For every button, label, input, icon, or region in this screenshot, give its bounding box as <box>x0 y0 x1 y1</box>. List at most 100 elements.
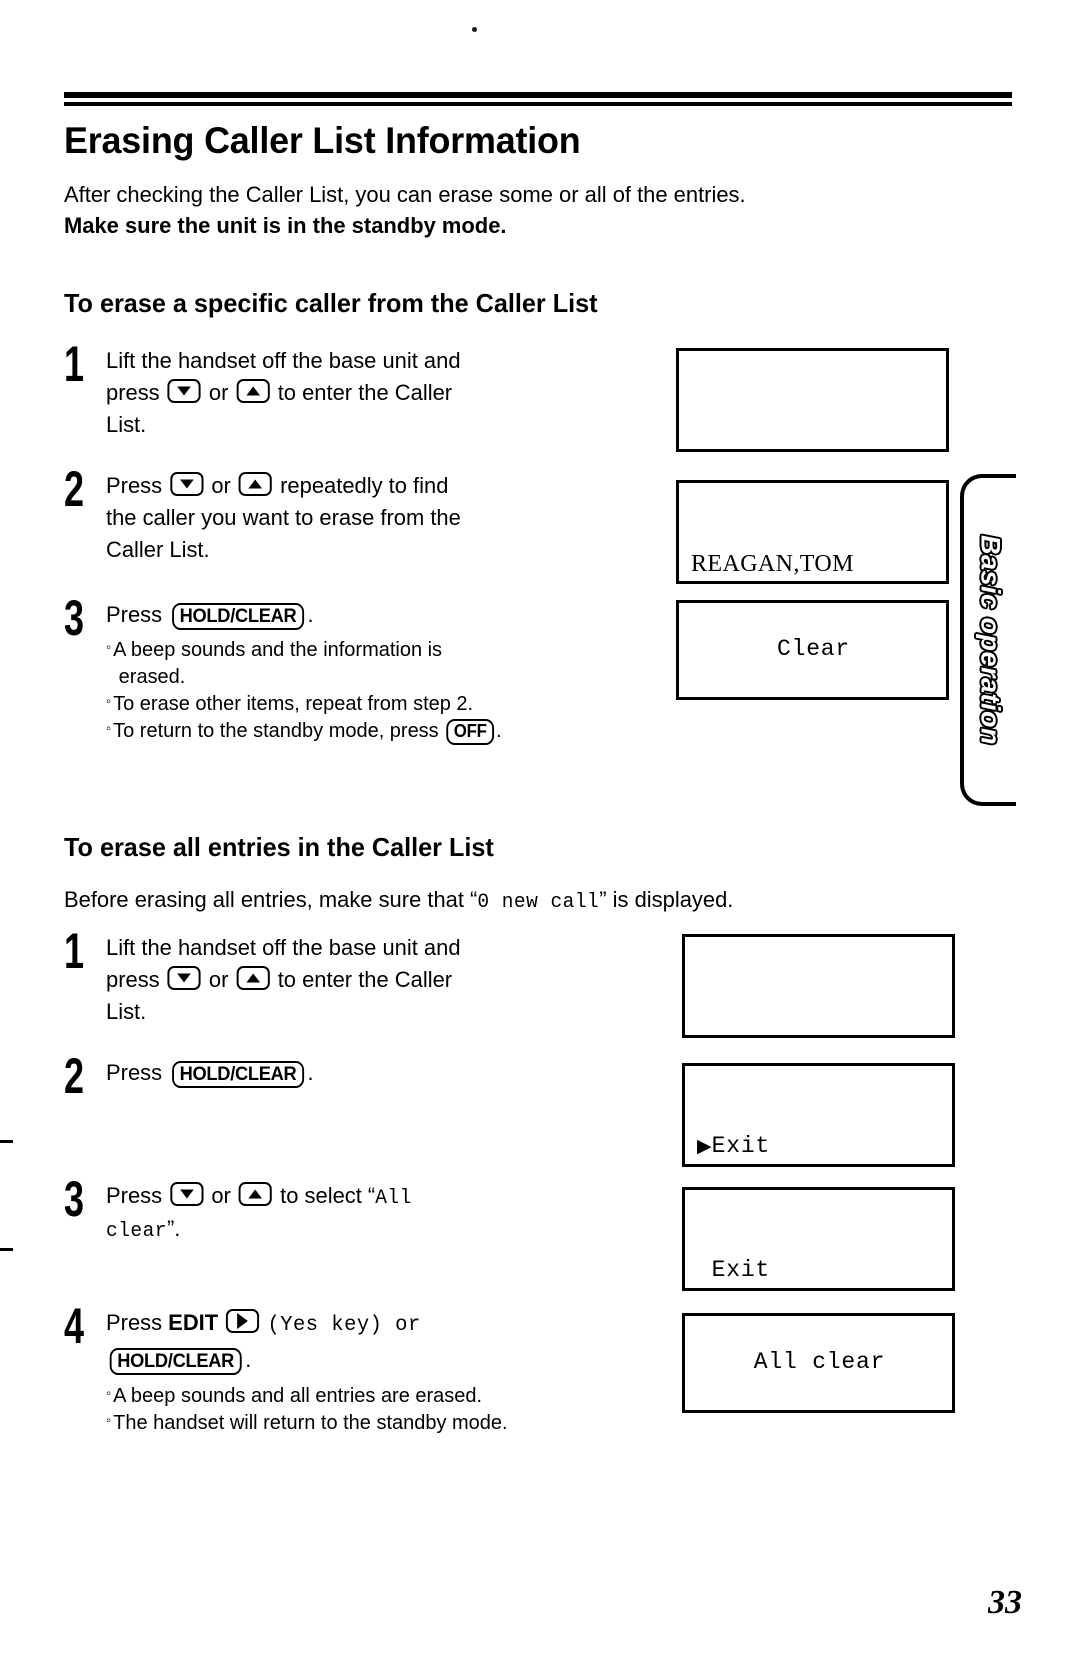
step-text-press: press <box>106 379 160 405</box>
step-text-or: or <box>208 379 229 405</box>
step-text-press: Press <box>106 473 163 498</box>
header-rule <box>64 92 1012 106</box>
step-bullet: ◦ A beep sounds and all entries are eras… <box>106 1382 650 1409</box>
note-suffix: ” is displayed. <box>599 887 734 912</box>
step-text-period: . <box>245 1346 252 1372</box>
bullet-text: A beep sounds and the information is <box>113 637 443 661</box>
lcd-all-clear-selected-display: Exit ▶All clear ▼▲ ▶=Yes <box>682 1187 955 1291</box>
side-tab-basic-operation: Basic operation <box>960 474 1016 806</box>
step-text: Lift the handset off the base unit and p… <box>106 930 640 1028</box>
step-text-line1: Lift the handset off the base unit and <box>106 348 461 373</box>
step-text-press: press <box>106 966 160 992</box>
lcd-caller-entry-display: REAGAN,TOM 1-888-777-6666 12:20A JAN12 √ <box>676 480 949 584</box>
section1-step-1: 1 Lift the handset off the base unit and… <box>64 335 654 441</box>
up-arrow-key-icon[interactable] <box>238 1182 273 1206</box>
step-text-line1-end: repeatedly to find <box>280 473 449 498</box>
section1-step-3: 3 Press HOLD/CLEAR. ◦ A beep sounds and … <box>64 589 674 746</box>
intro-line-1: After checking the Caller List, you can … <box>64 181 746 207</box>
bullet-icon: ◦ <box>106 1412 112 1429</box>
bullet-continuation: erased. <box>118 665 186 689</box>
step-bullet: ◦ The handset will return to the standby… <box>106 1409 650 1436</box>
right-arrow-key-icon[interactable] <box>226 1309 260 1333</box>
step-number: 2 <box>64 1047 84 1105</box>
step-text: Press EDIT (Yes key) or HOLD/CLEAR. ◦ A … <box>106 1305 650 1436</box>
bullet-text: A beep sounds and all entries are erased… <box>113 1383 483 1407</box>
lcd-line-all-clear-confirm: All clear <box>753 1349 886 1376</box>
section2-step-2: 2 Press HOLD/CLEAR. <box>64 1051 654 1101</box>
note-display-text: 0 new call <box>477 891 600 914</box>
down-arrow-key-icon[interactable] <box>167 378 201 403</box>
page-header-block: Erasing Caller List Information After ch… <box>64 120 954 242</box>
step-text-or: or <box>211 473 231 498</box>
lcd-zero-new-call-display: 0 new call ▼▲ ▶=Directory <box>682 934 955 1038</box>
lcd-menu-item-exit: Exit <box>711 1256 771 1283</box>
step-text-line3: List. <box>106 411 147 437</box>
lcd-new-calls-display: 10 new calls ▼▲ ▶=Directory <box>676 348 949 452</box>
page-number: 33 <box>988 1584 1022 1621</box>
option-text-clear: clear <box>106 1220 167 1244</box>
down-arrow-key-icon[interactable] <box>170 1182 204 1206</box>
cursor-arrow-icon: ▶ <box>697 1134 712 1157</box>
bullet-icon: ◦ <box>106 1384 112 1402</box>
step-text-period: . <box>307 1060 314 1085</box>
side-tab-label: Basic operation <box>974 534 1007 747</box>
step-text-period: . <box>307 602 314 627</box>
section-2-heading: To erase all entries in the Caller List <box>64 832 494 862</box>
section1-step-2: 2 Press or repeatedly to find the caller… <box>64 460 664 566</box>
step-text-select: to select “ <box>280 1183 376 1208</box>
bullet-text: The handset will return to the standby m… <box>113 1411 508 1434</box>
off-key[interactable]: OFF <box>446 719 495 746</box>
step-number: 1 <box>64 335 84 393</box>
bullet-text-prefix: To return to the standby mode, press <box>113 719 439 743</box>
page-title: Erasing Caller List Information <box>64 120 581 161</box>
step-bullet: ◦ A beep sounds and the information is <box>106 636 660 663</box>
lcd-all-clear-confirm-display: All clear <box>682 1313 955 1413</box>
up-arrow-key-icon[interactable] <box>236 965 270 990</box>
page-intro: After checking the Caller List, you can … <box>64 179 932 243</box>
lcd-line-clear: Clear <box>776 636 850 663</box>
step-text-press: Press <box>106 1183 163 1208</box>
section2-step-3: 3 Press or to select “All clear”. <box>64 1174 654 1247</box>
bullet-text: To erase other items, repeat from step 2… <box>113 692 474 716</box>
edit-key-label: EDIT <box>168 1310 219 1335</box>
step-number: 2 <box>64 460 84 518</box>
section2-step-1: 1 Lift the handset off the base unit and… <box>64 922 654 1028</box>
step-text-or: or <box>208 966 229 992</box>
lcd-line-blank <box>697 1003 942 1033</box>
step-number: 4 <box>64 1297 84 1355</box>
step-text-quote-end: ”. <box>166 1216 181 1242</box>
step-text-press: Press <box>106 602 163 627</box>
lcd-line-exit: Exit <box>697 1256 942 1286</box>
yes-key-note: (Yes key) or <box>267 1314 421 1337</box>
step-text-line2: the caller you want to erase from the <box>106 504 461 530</box>
step-text: Press HOLD/CLEAR. <box>106 1055 640 1089</box>
bullet-icon: ◦ <box>106 720 112 738</box>
bullet-icon: ◦ <box>106 638 112 656</box>
section-2-note: Before erasing all entries, make sure th… <box>64 884 932 917</box>
step-text-line1: Lift the handset off the base unit and <box>106 935 461 960</box>
step-number: 1 <box>64 922 84 980</box>
step-bullet: ◦ To erase other items, repeat from step… <box>106 690 660 717</box>
step-text: Press or repeatedly to find the caller y… <box>106 468 650 566</box>
hold-clear-key[interactable]: HOLD/CLEAR <box>171 603 304 631</box>
up-arrow-key-icon[interactable] <box>238 472 273 496</box>
step-number: 3 <box>64 589 84 647</box>
hold-clear-key[interactable]: HOLD/CLEAR <box>171 1061 304 1089</box>
lcd-line-blank <box>691 417 936 447</box>
step-text-line3: List. <box>106 998 147 1024</box>
manual-page: Erasing Caller List Information After ch… <box>0 0 1080 1666</box>
step-text-press: Press <box>106 1060 163 1085</box>
section-1-heading: To erase a specific caller from the Call… <box>64 288 598 318</box>
bullet-icon: ◦ <box>106 693 112 711</box>
step-text-line3: Caller List. <box>106 536 210 562</box>
section2-step-4: 4 Press EDIT (Yes key) or HOLD/CLEAR. ◦ … <box>64 1297 664 1436</box>
hold-clear-key[interactable]: HOLD/CLEAR <box>109 1347 242 1376</box>
down-arrow-key-icon[interactable] <box>167 965 201 990</box>
up-arrow-key-icon[interactable] <box>236 378 270 403</box>
lcd-menu-item-exit: Exit <box>711 1132 771 1159</box>
bullet-text: To return to the standby mode, press OFF… <box>113 717 660 746</box>
step-text: Press or to select “All clear”. <box>106 1178 640 1247</box>
lcd-line-caller-name: REAGAN,TOM <box>691 550 854 577</box>
down-arrow-key-icon[interactable] <box>170 472 204 496</box>
note-prefix: Before erasing all entries, make sure th… <box>64 887 478 912</box>
